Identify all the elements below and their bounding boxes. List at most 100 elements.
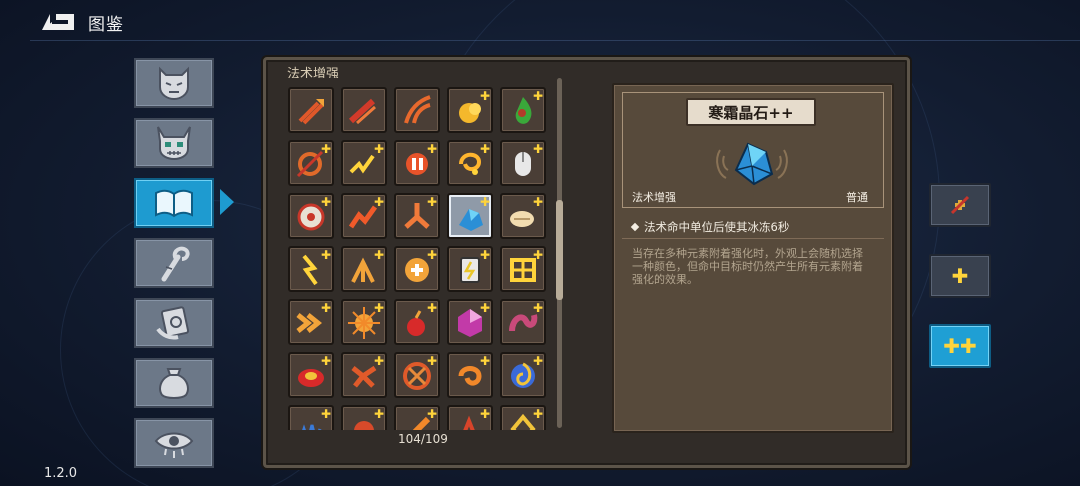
item-cell[interactable]: ✚	[447, 299, 493, 345]
tab-curses[interactable]	[134, 418, 214, 468]
upgrade-plus-icon: ✚	[320, 407, 331, 421]
upgrade-plus-icon: ✚	[373, 301, 384, 315]
upgrade-level-2-button[interactable]: ✚✚	[929, 324, 991, 368]
item-cell[interactable]: ✚	[447, 87, 493, 133]
item-cell[interactable]: ✚	[288, 299, 334, 345]
item-cell[interactable]	[394, 87, 440, 133]
item-cell[interactable]: ✚	[341, 140, 387, 186]
section-label: 法术增强	[287, 67, 340, 78]
item-cell[interactable]: ✚	[394, 299, 440, 345]
demon-face-icon	[159, 66, 189, 101]
upgrade-plus-icon: ✚	[373, 195, 384, 209]
item-description: 当存在多种元素附着强化时，外观上会随机选择一种颜色，但命中目标时仍然产生所有元素…	[632, 247, 863, 286]
eye-icon	[154, 432, 194, 458]
item-cell[interactable]: ✚	[447, 405, 493, 430]
item-cell[interactable]: ✚	[447, 193, 493, 239]
detail-divider	[622, 238, 884, 239]
active-tab-arrow	[220, 189, 234, 215]
item-cell[interactable]	[288, 87, 334, 133]
frost-crystal-icon	[716, 142, 788, 186]
item-cell[interactable]: ✚	[447, 140, 493, 186]
upgrade-plus-icon: ✚	[532, 142, 543, 156]
upgrade-plus-icon: ✚	[373, 248, 384, 262]
upgrade-plus-icon: ✚	[426, 354, 437, 368]
upgrade-plus-icon: ✚	[426, 248, 437, 262]
upgrade-plus-icon: ✚	[426, 301, 437, 315]
item-cell[interactable]: ✚	[447, 352, 493, 398]
upgrade-plus-icon: ✚	[479, 248, 490, 262]
top-bar: 图鉴	[0, 0, 1080, 42]
spell-enhancement-icon	[298, 99, 324, 125]
collection-counter: 104/109	[398, 432, 448, 446]
item-cell[interactable]: ✚	[288, 405, 334, 430]
item-cell[interactable]: ✚	[394, 405, 440, 430]
item-cell[interactable]: ✚	[394, 140, 440, 186]
item-cell[interactable]: ✚	[394, 246, 440, 292]
item-effect: 法术命中单位后使其冰冻6秒	[630, 219, 790, 235]
back-button[interactable]	[40, 10, 80, 32]
page-title: 图鉴	[88, 15, 124, 35]
staff-icon	[161, 246, 190, 282]
upgrade-level-0-button[interactable]	[929, 183, 991, 227]
item-cell[interactable]: ✚	[288, 193, 334, 239]
upgrade-plus-icon: ✚	[532, 89, 543, 103]
tab-codex[interactable]	[134, 178, 214, 228]
upgrade-plus-icon: ✚	[479, 407, 490, 421]
upgrade-plus-icon: ✚	[426, 407, 437, 421]
item-cell[interactable]: ✚	[341, 299, 387, 345]
item-cell[interactable]: ✚	[447, 246, 493, 292]
item-effect-text: 法术命中单位后使其冰冻6秒	[644, 220, 790, 234]
item-grid[interactable]: ✚ ✚ ✚ ✚ ✚ ✚ ✚ ✚ ✚ ✚ ✚ ✚ ✚ ✚ ✚ ✚ ✚ ✚ ✚ ✚ ✚ ✚ ✚ ✚ ✚ ✚ ✚ ✚ ✚ ✚ ✚ ✚	[280, 78, 552, 430]
upgrade-plus-icon: ✚	[532, 248, 543, 262]
item-cell[interactable]: ✚	[394, 352, 440, 398]
header-divider	[30, 40, 1080, 41]
upgrade-plus-icon: ✚	[320, 301, 331, 315]
item-cell[interactable]: ✚	[394, 193, 440, 239]
upgrade-plus-icon: ✚	[320, 142, 331, 156]
upgrade-plus-icon: ✚	[532, 407, 543, 421]
upgrade-plus-icon: ✚	[373, 407, 384, 421]
upgrade-plus-icon: ✚	[479, 142, 490, 156]
item-cell[interactable]: ✚	[500, 140, 546, 186]
spell-enhancement-icon	[404, 95, 431, 124]
item-cell[interactable]: ✚	[341, 193, 387, 239]
item-cell[interactable]	[341, 87, 387, 133]
item-cell[interactable]: ✚	[341, 352, 387, 398]
upgrade-plus-icon: ✚	[320, 248, 331, 262]
open-book-icon	[155, 189, 193, 218]
scrollbar-thumb[interactable]	[556, 200, 563, 300]
item-cell[interactable]: ✚	[288, 140, 334, 186]
pouch-icon	[159, 368, 189, 399]
version-label: 1.2.0	[44, 466, 78, 481]
tab-enemies[interactable]	[134, 118, 214, 168]
tab-items[interactable]	[134, 358, 214, 408]
no-upgrade-icon	[950, 195, 970, 215]
tab-staff[interactable]	[134, 238, 214, 288]
item-cell[interactable]: ✚	[500, 299, 546, 345]
upgrade-plus-icon: ✚	[426, 195, 437, 209]
upgrade-plus-icon: ✚	[426, 142, 437, 156]
item-cell[interactable]: ✚	[288, 352, 334, 398]
upgrade-plus-icon: ✚	[373, 142, 384, 156]
upgrade-plus-icon: ✚	[479, 89, 490, 103]
upgrade-level-1-button[interactable]: ✚	[929, 254, 991, 298]
item-cell[interactable]: ✚	[500, 405, 546, 430]
item-cell[interactable]: ✚	[341, 405, 387, 430]
item-rarity: 普通	[846, 191, 868, 204]
tab-character[interactable]	[134, 58, 214, 108]
item-cell[interactable]: ✚	[288, 246, 334, 292]
upgrade-plus-icon: ✚	[532, 301, 543, 315]
horned-skull-icon	[157, 126, 191, 161]
item-name: 寒霜晶石++	[686, 98, 816, 126]
item-cell[interactable]: ✚	[500, 193, 546, 239]
item-cell[interactable]: ✚	[500, 246, 546, 292]
upgrade-plus-icon: ✚	[532, 195, 543, 209]
upgrade-plus-icon: ✚	[320, 354, 331, 368]
item-cell[interactable]: ✚	[500, 352, 546, 398]
upgrade-plus-icon: ✚	[479, 301, 490, 315]
bullet-icon	[630, 222, 640, 232]
spell-enhancement-icon	[348, 98, 376, 125]
item-cell[interactable]: ✚	[341, 246, 387, 292]
item-cell[interactable]: ✚	[500, 87, 546, 133]
tab-cards[interactable]	[134, 298, 214, 348]
